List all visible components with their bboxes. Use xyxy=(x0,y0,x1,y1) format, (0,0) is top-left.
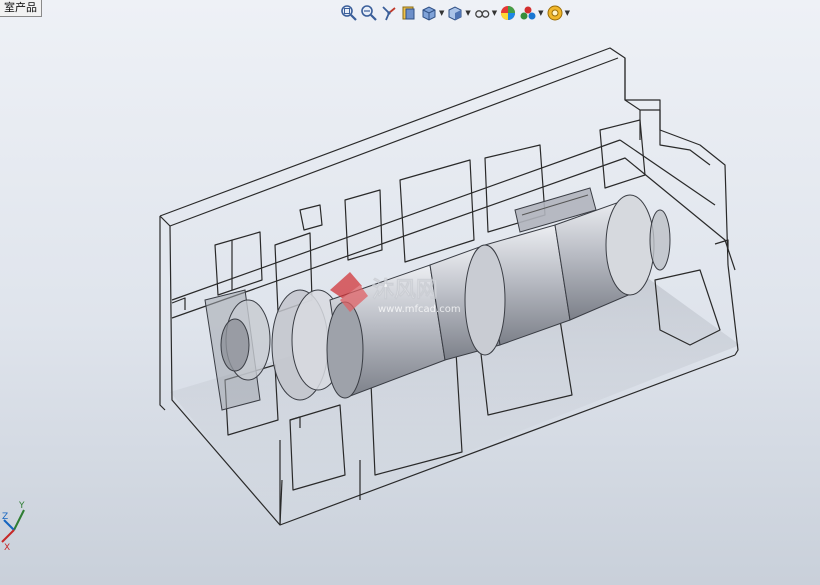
coordinate-triad: Z Y X xyxy=(1,501,25,553)
watermark-main-text: 沐风网 xyxy=(372,278,438,303)
graphics-area[interactable]: 沐风网 www.mfcad.com Z Y X xyxy=(0,0,820,585)
triad-z-label: Z xyxy=(2,512,8,522)
watermark-sub-text: www.mfcad.com xyxy=(378,304,461,315)
triad-y-label: Y xyxy=(18,501,25,511)
triad-x-label: X xyxy=(4,543,10,553)
